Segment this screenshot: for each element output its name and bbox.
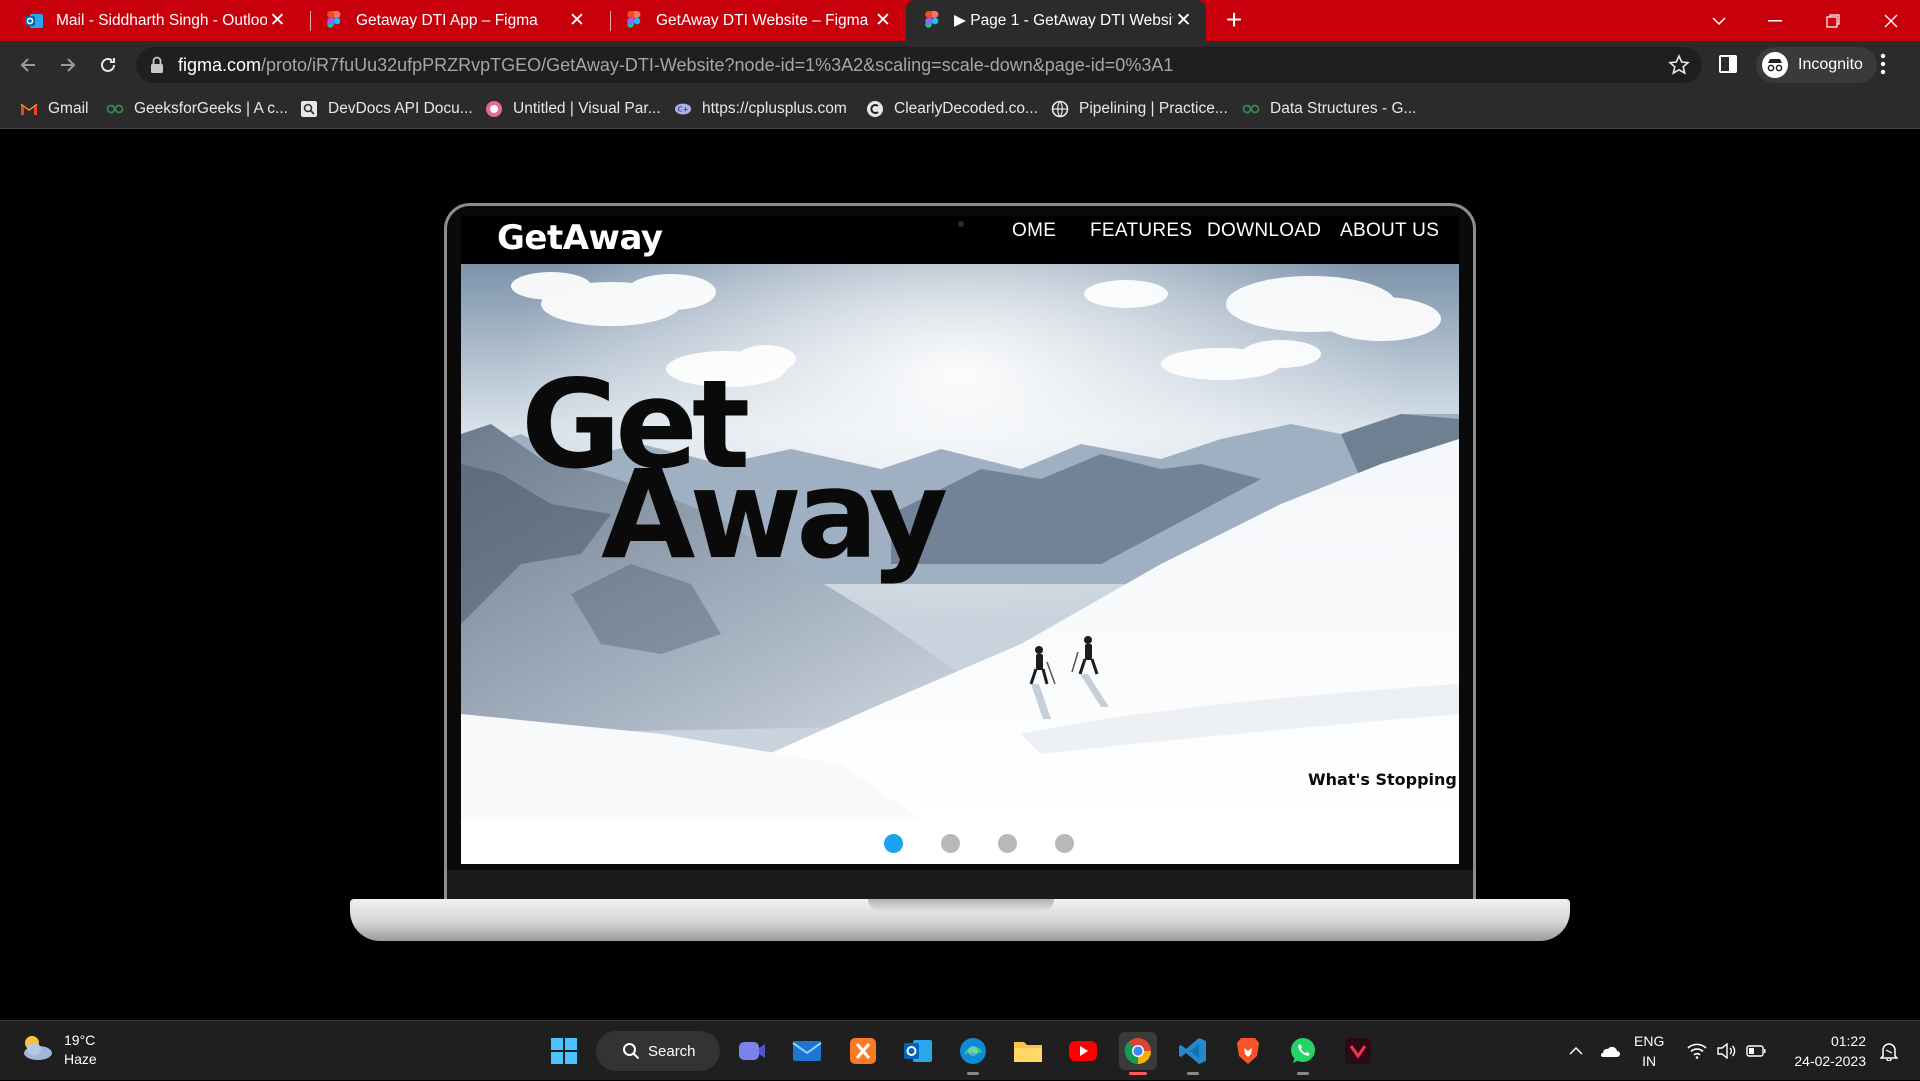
hero-image: Get Away What's Stopping Y — [461, 264, 1459, 819]
gfg-icon — [1242, 100, 1260, 118]
nav-about-us[interactable]: ABOUT US — [1340, 220, 1439, 242]
nav-download[interactable]: DOWNLOAD — [1207, 220, 1321, 242]
tab-getaway-website-figma[interactable]: GetAway DTI Website – Figma ✕ — [600, 0, 906, 41]
battery-icon[interactable] — [1746, 1021, 1766, 1081]
close-icon[interactable]: ✕ — [566, 10, 588, 32]
lock-icon[interactable] — [150, 56, 164, 79]
system-clock[interactable]: 01:22 24-02-2023 — [1786, 1031, 1866, 1071]
tab-page1-getaway[interactable]: ▶ Page 1 - GetAway DTI Website ✕ — [906, 0, 1206, 41]
carousel-dot-3[interactable] — [998, 834, 1017, 853]
volume-icon[interactable] — [1716, 1021, 1736, 1081]
xampp-icon[interactable] — [844, 1032, 882, 1070]
bookmark-star-icon[interactable] — [1668, 54, 1690, 81]
running-indicator — [1187, 1072, 1199, 1075]
start-icon[interactable] — [545, 1032, 583, 1070]
carousel-indicators — [461, 819, 1459, 864]
mail-icon[interactable] — [788, 1032, 826, 1070]
app-icon[interactable] — [1339, 1032, 1377, 1070]
new-tab-button[interactable]: + — [1220, 6, 1248, 35]
carousel-dot-2[interactable] — [941, 834, 960, 853]
bookmark-visual-paradigm[interactable]: Untitled | Visual Par... — [485, 89, 661, 129]
bookmark-geeksforgeeks[interactable]: GeeksforGeeks | A c... — [106, 89, 288, 129]
taskbar: 19°C Haze Search ENG IN 01:22 24-02-2023 — [0, 1020, 1920, 1080]
nav-home[interactable]: OME — [1012, 220, 1056, 242]
hero-tagline: What's Stopping Y — [1308, 770, 1459, 789]
weather-condition: Haze — [64, 1051, 97, 1067]
teams-icon[interactable] — [733, 1032, 771, 1070]
back-arrow-icon[interactable] — [14, 51, 42, 79]
forward-arrow-icon[interactable] — [54, 51, 82, 79]
language-indicator[interactable]: ENG IN — [1634, 1031, 1664, 1071]
svg-text:C+: C+ — [678, 105, 689, 114]
running-indicator — [1297, 1072, 1309, 1075]
visual-paradigm-icon — [485, 100, 503, 118]
weather-haze-icon — [20, 1033, 54, 1068]
show-hidden-icons-chevron-icon[interactable] — [1568, 1021, 1584, 1081]
onedrive-cloud-icon[interactable] — [1598, 1021, 1620, 1081]
incognito-icon — [1762, 52, 1788, 78]
edge-icon[interactable] — [954, 1032, 992, 1075]
notification-bell-icon[interactable] — [1880, 1021, 1898, 1081]
close-icon[interactable]: ✕ — [1173, 10, 1194, 32]
outlook-icon — [24, 11, 44, 31]
weather-temperature: 19°C — [64, 1032, 96, 1048]
tab-outlook[interactable]: Mail - Siddharth Singh - Outlook ✕ — [0, 0, 300, 41]
tab-getaway-app-figma[interactable]: Getaway DTI App – Figma ✕ — [300, 0, 600, 41]
camera-dot — [958, 221, 964, 227]
laptop-notch — [868, 899, 1054, 911]
bookmark-devdocs[interactable]: DevDocs API Docu... — [300, 89, 473, 129]
figma-icon — [324, 10, 344, 31]
devdocs-icon — [300, 100, 318, 118]
bookmark-pipelining[interactable]: Pipelining | Practice... — [1051, 89, 1228, 129]
running-indicator — [967, 1072, 979, 1075]
tab-strip: Mail - Siddharth Singh - Outlook ✕ Getaw… — [0, 0, 1920, 41]
close-window-icon[interactable] — [1862, 0, 1920, 41]
close-icon[interactable]: ✕ — [267, 10, 288, 32]
incognito-badge[interactable]: Incognito — [1756, 47, 1877, 83]
search-icon — [623, 1043, 640, 1060]
running-indicator — [1129, 1072, 1147, 1075]
figma-icon — [922, 10, 942, 31]
bookmark-gmail[interactable]: Gmail — [20, 89, 88, 129]
side-panel-icon[interactable] — [1718, 54, 1738, 79]
site-logo[interactable]: GetAway — [497, 218, 663, 258]
bookmark-clearlydecoded[interactable]: ClearlyDecoded.co... — [866, 89, 1038, 129]
whatsapp-icon[interactable] — [1284, 1032, 1322, 1075]
toolbar: figma.com/proto/iR7fuUu32ufpPRZRvpTGEO/G… — [0, 41, 1920, 89]
url-text: figma.com/proto/iR7fuUu32ufpPRZRvpTGEO/G… — [178, 55, 1174, 75]
laptop-chin — [447, 870, 1473, 900]
laptop-base — [350, 899, 1570, 941]
weather-widget[interactable]: 19°C Haze — [20, 1031, 97, 1069]
bookmark-cplusplus[interactable]: C+ https://cplusplus.com — [674, 89, 847, 129]
close-icon[interactable]: ✕ — [872, 10, 894, 32]
minimize-icon[interactable] — [1746, 0, 1804, 41]
chrome-icon[interactable] — [1119, 1032, 1157, 1075]
youtube-icon[interactable] — [1064, 1032, 1102, 1070]
hero-title-away: Away — [601, 444, 948, 586]
file-explorer-icon[interactable] — [1009, 1032, 1047, 1070]
site-navbar: GetAway OME FEATURES DOWNLOAD ABOUT US — [461, 216, 1459, 264]
more-menu-icon[interactable] — [1880, 53, 1886, 80]
vscode-icon[interactable] — [1174, 1032, 1212, 1075]
globe-icon — [1051, 100, 1069, 118]
prototype-screen: GetAway OME FEATURES DOWNLOAD ABOUT US G… — [461, 216, 1459, 864]
carousel-dot-4[interactable] — [1055, 834, 1074, 853]
address-bar[interactable]: figma.com/proto/iR7fuUu32ufpPRZRvpTGEO/G… — [136, 47, 1702, 83]
gmail-icon — [20, 100, 38, 118]
bookmark-data-structures[interactable]: Data Structures - G... — [1242, 89, 1416, 129]
clearlydecoded-icon — [866, 100, 884, 118]
outlook-icon[interactable] — [899, 1032, 937, 1070]
restore-icon[interactable] — [1804, 0, 1862, 41]
nav-features[interactable]: FEATURES — [1090, 220, 1192, 242]
tab-search-chevron-icon[interactable] — [1690, 0, 1748, 41]
wifi-icon[interactable] — [1687, 1021, 1707, 1081]
gfg-icon — [106, 100, 124, 118]
brave-icon[interactable] — [1229, 1032, 1267, 1070]
reload-icon[interactable] — [94, 51, 122, 79]
bookmarks-bar: Gmail GeeksforGeeks | A c... DevDocs API… — [0, 89, 1920, 129]
carousel-dot-1[interactable] — [884, 834, 903, 853]
figma-icon — [624, 10, 644, 31]
cplusplus-icon: C+ — [674, 100, 692, 118]
taskbar-search-button[interactable]: Search — [596, 1031, 720, 1071]
